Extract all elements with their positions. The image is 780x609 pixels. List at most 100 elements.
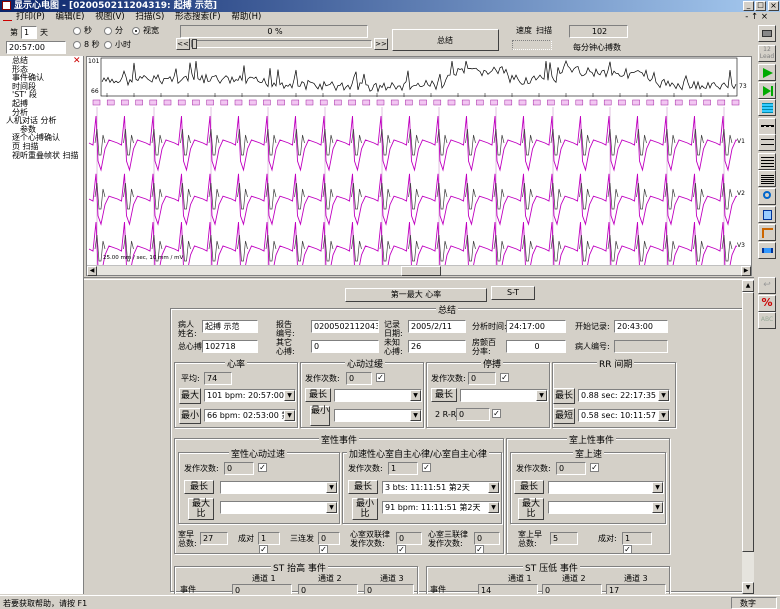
beat-marker[interactable] bbox=[433, 99, 442, 106]
beat-marker[interactable] bbox=[92, 99, 101, 106]
chevron-down-icon[interactable]: ▼ bbox=[652, 482, 663, 493]
chevron-down-icon[interactable]: ▼ bbox=[652, 502, 663, 513]
chevron-down-icon[interactable]: ▼ bbox=[658, 410, 669, 421]
chevron-down-icon[interactable]: ▼ bbox=[658, 390, 669, 401]
hr-min-button[interactable]: 最小 bbox=[179, 408, 201, 424]
scroll-down-arrow-icon[interactable]: ▼ bbox=[742, 582, 754, 594]
brady-min-combo[interactable]: ▼ bbox=[334, 409, 422, 422]
beat-marker[interactable] bbox=[504, 99, 513, 106]
beat-marker[interactable] bbox=[547, 99, 555, 106]
tree-item-interactive[interactable]: 人机对话 分析 bbox=[6, 117, 83, 126]
chevron-down-icon[interactable]: ▼ bbox=[410, 390, 421, 401]
pause-longest-button[interactable]: 最长 bbox=[431, 388, 457, 402]
speed-slider[interactable] bbox=[512, 40, 552, 50]
beat-marker[interactable] bbox=[305, 99, 314, 106]
measure-icon[interactable] bbox=[758, 242, 776, 259]
maximize-button[interactable]: □ bbox=[755, 1, 766, 11]
beat-marker[interactable] bbox=[689, 99, 697, 106]
radio-8sec[interactable] bbox=[73, 41, 81, 49]
couplet-checkbox[interactable]: ✓ bbox=[259, 545, 268, 554]
radio-hour[interactable] bbox=[104, 41, 112, 49]
calipers-icon[interactable] bbox=[758, 224, 776, 241]
beat-marker[interactable] bbox=[248, 99, 257, 106]
chevron-down-icon[interactable]: ▼ bbox=[410, 410, 421, 421]
slider-thumb[interactable] bbox=[192, 39, 197, 49]
brady-checkbox[interactable]: ✓ bbox=[376, 373, 385, 382]
beat-marker[interactable] bbox=[234, 99, 243, 106]
undo-arrow-icon[interactable]: ↩ bbox=[758, 277, 776, 294]
radio-sec[interactable] bbox=[73, 27, 81, 35]
radio-min[interactable] bbox=[104, 27, 112, 35]
svt-checkbox[interactable]: ✓ bbox=[590, 463, 599, 472]
full-disclosure-icon[interactable] bbox=[758, 170, 776, 187]
printer-icon[interactable] bbox=[758, 25, 776, 42]
beat-marker[interactable] bbox=[476, 99, 484, 106]
rr-shortest-button[interactable]: 最短 bbox=[553, 408, 575, 424]
beat-marker[interactable] bbox=[674, 99, 683, 106]
vtach-max-combo[interactable]: ▼ bbox=[220, 501, 338, 514]
beat-marker[interactable] bbox=[277, 99, 285, 106]
chevron-down-icon[interactable]: ▼ bbox=[326, 502, 337, 513]
beat-marker[interactable] bbox=[589, 99, 598, 106]
pause-checkbox[interactable]: ✓ bbox=[500, 373, 509, 382]
chevron-down-icon[interactable]: ▼ bbox=[284, 390, 295, 401]
close-button[interactable]: × bbox=[768, 1, 779, 11]
trigeminy-checkbox[interactable]: ✓ bbox=[475, 545, 484, 554]
time-slider[interactable] bbox=[191, 39, 372, 49]
beat-marker[interactable] bbox=[319, 99, 328, 106]
beat-marker[interactable] bbox=[518, 99, 527, 106]
grid-icon[interactable] bbox=[758, 99, 776, 116]
beat-marker[interactable] bbox=[603, 99, 612, 106]
beat-marker[interactable] bbox=[206, 99, 214, 106]
beat-marker[interactable] bbox=[575, 99, 584, 106]
radio-view-width[interactable] bbox=[132, 27, 140, 35]
aivr-checkbox[interactable]: ✓ bbox=[422, 463, 431, 472]
scroll-up-arrow-icon[interactable]: ▲ bbox=[742, 280, 754, 292]
aivr-min-button[interactable]: 最小比 bbox=[352, 498, 378, 520]
chevron-down-icon[interactable]: ▼ bbox=[488, 482, 499, 493]
ecg-hscrollbar[interactable]: ◀ ▶ bbox=[87, 265, 751, 276]
chevron-down-icon[interactable]: ▼ bbox=[326, 482, 337, 493]
beat-marker[interactable] bbox=[447, 99, 456, 106]
close-tree-icon[interactable]: ✕ bbox=[73, 56, 81, 66]
brady-min-button[interactable]: 最小 bbox=[310, 406, 330, 426]
beat-marker[interactable] bbox=[632, 99, 640, 106]
single-lead-icon[interactable] bbox=[758, 118, 776, 135]
bigeminy-checkbox[interactable]: ✓ bbox=[397, 545, 406, 554]
time-field[interactable]: 20:57:00 bbox=[6, 41, 66, 54]
aivr-min-combo[interactable]: 91 bpm: 11:11:51 第2天 ▼ bbox=[382, 501, 500, 514]
svt-max-combo[interactable]: ▼ bbox=[548, 501, 664, 514]
chevron-down-icon[interactable]: ▼ bbox=[536, 390, 547, 401]
two-lead-icon[interactable] bbox=[758, 134, 776, 151]
beat-marker[interactable] bbox=[348, 99, 356, 106]
beat-marker[interactable] bbox=[390, 99, 399, 106]
menu-scan[interactable]: 扫描(S) bbox=[135, 12, 164, 22]
hr-min-combo[interactable]: 66 bpm: 02:53:00 第2天 ▼ bbox=[204, 409, 296, 422]
triplet-checkbox[interactable]: ✓ bbox=[319, 545, 328, 554]
chevron-down-icon[interactable]: ▼ bbox=[284, 410, 295, 421]
beat-marker[interactable] bbox=[291, 99, 300, 106]
beat-marker[interactable] bbox=[163, 99, 172, 106]
report-scroll-thumb[interactable] bbox=[742, 292, 754, 552]
menu-view[interactable]: 视图(V) bbox=[95, 12, 124, 22]
scroll-left-arrow-icon[interactable]: ◀ bbox=[87, 266, 97, 276]
scroll-right-arrow-icon[interactable]: ▶ bbox=[741, 266, 751, 276]
beat-marker[interactable] bbox=[263, 99, 271, 106]
menu-edit[interactable]: 编辑(E) bbox=[55, 12, 84, 22]
beat-marker[interactable] bbox=[177, 99, 186, 106]
menu-morphology-search[interactable]: 形态搜索(F) bbox=[175, 12, 221, 22]
tab-max-hr[interactable]: 第一最大 心率 bbox=[345, 288, 487, 302]
percent-icon[interactable]: % bbox=[758, 295, 776, 312]
beat-marker[interactable] bbox=[646, 99, 655, 106]
beat-marker[interactable] bbox=[490, 99, 498, 106]
nav-right-button[interactable]: >> bbox=[374, 38, 388, 50]
abc-icon[interactable]: ABC bbox=[758, 312, 776, 329]
rr-shortest-combo[interactable]: 0.58 sec: 10:11:57 第2天 ▼ bbox=[578, 409, 670, 422]
report-vscrollbar[interactable]: ▲ ▼ bbox=[742, 280, 754, 594]
svt-longest-button[interactable]: 最长 bbox=[514, 480, 544, 494]
beat-marker[interactable] bbox=[192, 99, 200, 106]
aivr-longest-button[interactable]: 最长 bbox=[348, 480, 378, 494]
beat-marker[interactable] bbox=[362, 99, 371, 106]
beat-marker[interactable] bbox=[405, 99, 413, 106]
beat-marker[interactable] bbox=[106, 99, 115, 106]
